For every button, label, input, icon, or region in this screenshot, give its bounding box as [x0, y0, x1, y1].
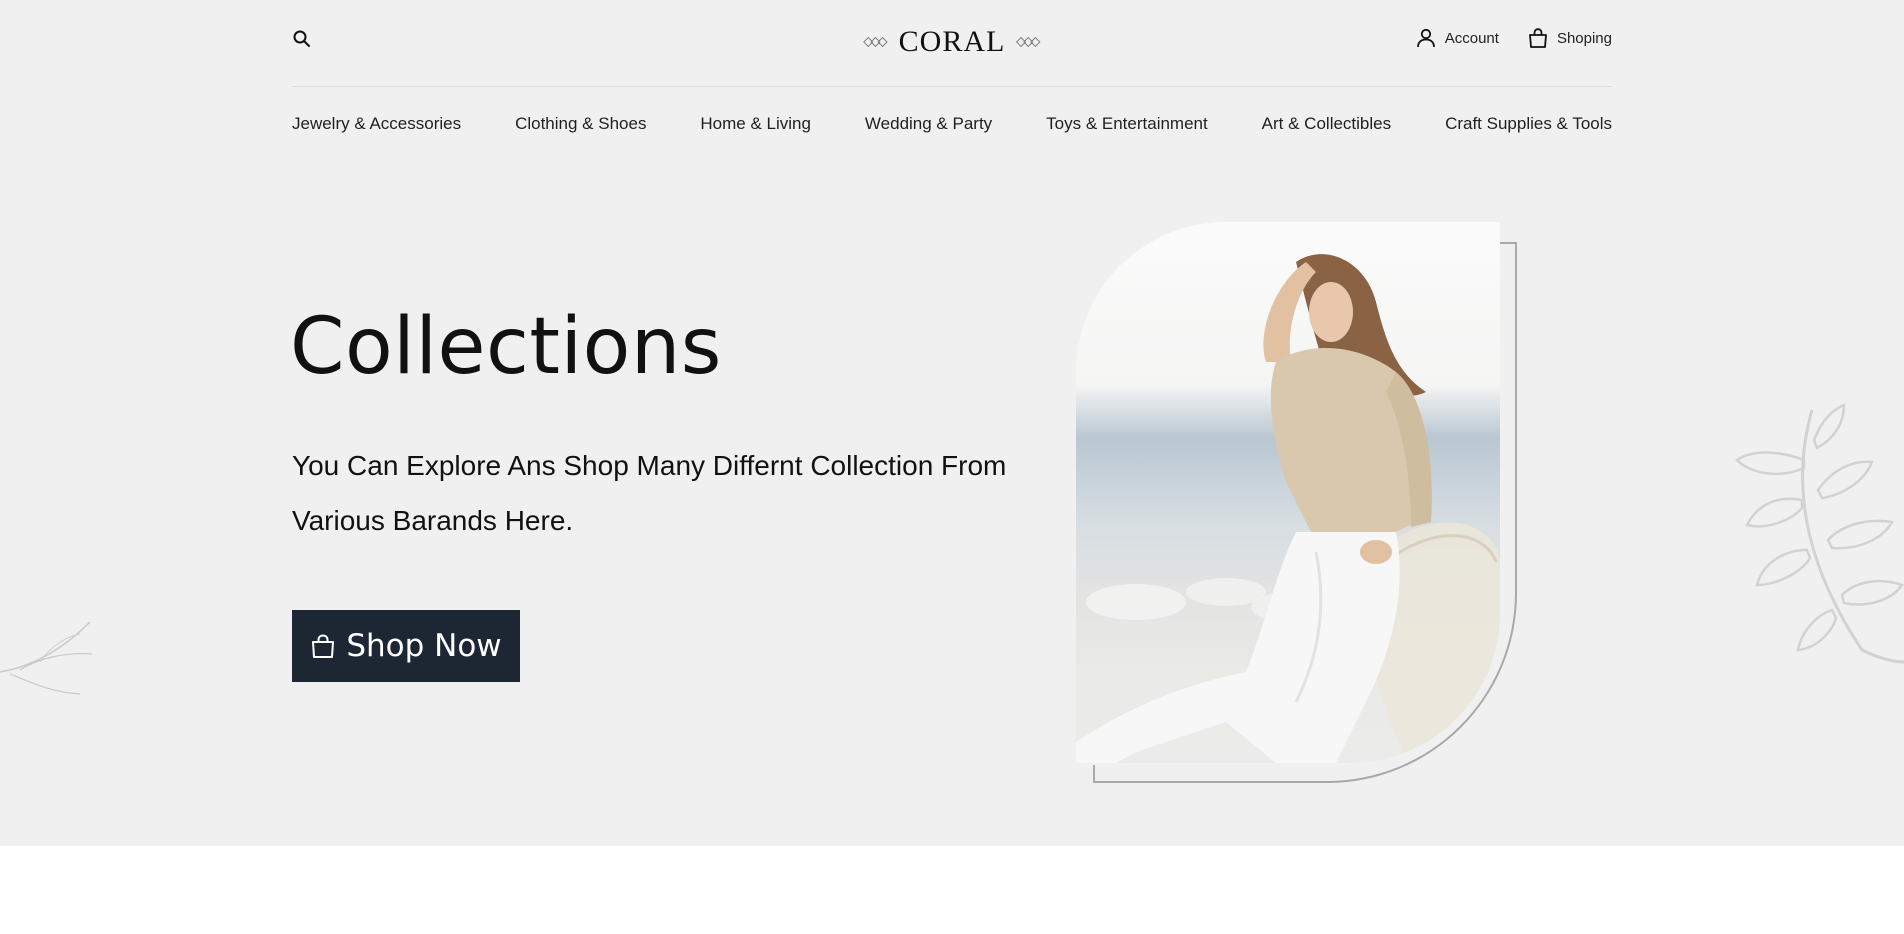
- nav-item-craft-supplies-tools[interactable]: Craft Supplies & Tools: [1445, 114, 1612, 134]
- logo-ornament-right-icon: [1016, 36, 1041, 48]
- shop-now-label: Shop Now: [346, 628, 502, 664]
- nav-item-wedding-party[interactable]: Wedding & Party: [865, 114, 992, 134]
- nav-item-home-living[interactable]: Home & Living: [700, 114, 811, 134]
- hero-subtitle: You Can Explore Ans Shop Many Differnt C…: [292, 450, 1007, 536]
- page: CORAL Account Shoping Jewelry & Accessor…: [0, 0, 1904, 934]
- shopping-bag-icon: [312, 634, 335, 658]
- category-nav: Jewelry & Accessories Clothing & Shoes H…: [292, 114, 1612, 134]
- search-button[interactable]: [292, 29, 312, 49]
- logo-text: CORAL: [898, 25, 1006, 58]
- shopping-bag-icon: [1529, 28, 1547, 48]
- header-actions: Account Shoping: [1415, 27, 1612, 49]
- logo-ornament-left-icon: [863, 36, 888, 48]
- leaf-decoration-left-icon: [0, 621, 93, 695]
- nav-item-jewelry-accessories[interactable]: Jewelry & Accessories: [292, 114, 461, 134]
- account-label: Account: [1444, 29, 1499, 47]
- nav-item-toys-entertainment[interactable]: Toys & Entertainment: [1046, 114, 1208, 134]
- hero-image: [1076, 222, 1500, 763]
- cart-link[interactable]: Shoping: [1527, 27, 1612, 49]
- cart-label: Shoping: [1556, 29, 1612, 47]
- nav-item-art-collectibles[interactable]: Art & Collectibles: [1262, 114, 1391, 134]
- next-section: [0, 846, 1904, 934]
- nav-item-clothing-shoes[interactable]: Clothing & Shoes: [515, 114, 646, 134]
- hero-title: Collections: [290, 302, 722, 392]
- search-icon: [293, 30, 310, 47]
- site-header: CORAL Account Shoping: [292, 0, 1612, 87]
- model-illustration: [1076, 254, 1500, 763]
- leaf-decoration-right-icon: [1735, 403, 1904, 664]
- user-icon: [1416, 28, 1435, 48]
- shop-now-button[interactable]: Shop Now: [292, 610, 520, 682]
- account-link[interactable]: Account: [1415, 27, 1499, 49]
- site-logo[interactable]: CORAL: [862, 22, 1042, 62]
